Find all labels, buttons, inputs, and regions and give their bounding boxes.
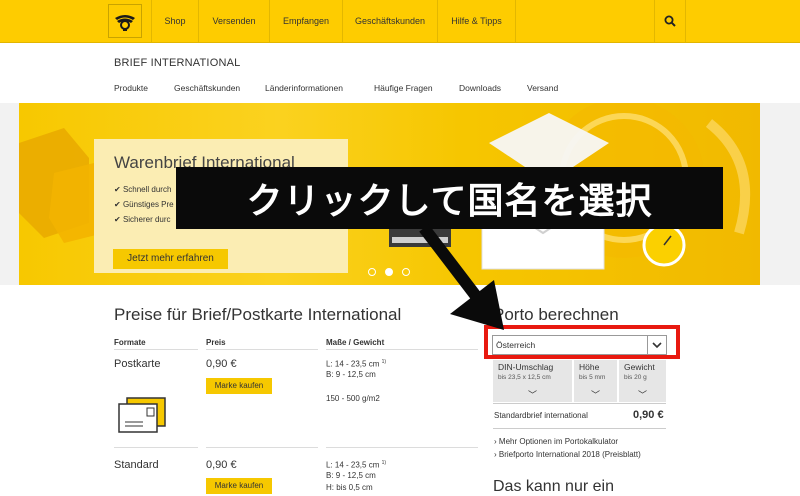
nav-versenden[interactable]: Versenden bbox=[198, 0, 269, 42]
nav-empfangen[interactable]: Empfangen bbox=[269, 0, 342, 42]
param-label: Gewicht bbox=[624, 362, 655, 372]
dimensions-width: B: 9 - 12,5 cm bbox=[326, 370, 376, 379]
param-gewicht[interactable]: Gewicht bis 20 g ﹀ bbox=[619, 360, 666, 402]
divider bbox=[206, 447, 318, 448]
nav-geschaeftskunden[interactable]: Geschäftskunden bbox=[342, 0, 437, 42]
hero-bullet: ✔ Günstiges Pre bbox=[114, 200, 174, 209]
instruction-banner: クリックして国名を選択 bbox=[176, 167, 723, 229]
format-standard: Standard bbox=[114, 459, 159, 471]
nav-shop[interactable]: Shop bbox=[151, 0, 198, 42]
link-text: Briefporto International 2018 (Preisblat… bbox=[498, 450, 641, 459]
arrow-annotation-icon bbox=[419, 224, 504, 330]
prices-title: Preise für Brief/Postkarte International bbox=[114, 305, 402, 324]
header-formate: Formate bbox=[114, 338, 146, 347]
deutsche-post-logo[interactable] bbox=[108, 4, 142, 38]
divider bbox=[493, 428, 666, 429]
result-label: Standardbrief international bbox=[494, 411, 588, 420]
section-title-cut: Das kann nur ein bbox=[493, 478, 614, 495]
param-sub: bis 20 g bbox=[624, 374, 647, 381]
header-preis: Preis bbox=[206, 338, 226, 347]
chevron-right-icon: › bbox=[494, 450, 497, 459]
hero-bullet: ✔ Schnell durch bbox=[114, 185, 172, 194]
chevron-down-icon: ﹀ bbox=[590, 390, 600, 400]
sub-header: BRIEF INTERNATIONAL Produkte Geschäftsku… bbox=[0, 43, 800, 104]
divider bbox=[114, 447, 198, 448]
top-navigation-bar: Shop Versenden Empfangen Geschäftskunden… bbox=[0, 0, 800, 43]
buy-stamp-button-postkarte[interactable]: Marke kaufen bbox=[206, 378, 272, 394]
subnav-produkte[interactable]: Produkte bbox=[114, 83, 148, 93]
length-text: L: 14 - 23,5 cm bbox=[326, 460, 380, 470]
nav-hilfe-tipps[interactable]: Hilfe & Tipps bbox=[437, 0, 516, 42]
hero-bullet-text: Sicherer durc bbox=[122, 215, 171, 224]
subnav-geschaeftskunden[interactable]: Geschäftskunden bbox=[174, 83, 240, 93]
header-masse-gewicht: Maße / Gewicht bbox=[326, 338, 385, 347]
param-hoehe[interactable]: Höhe bis 5 mm ﹀ bbox=[574, 360, 617, 402]
instruction-text: クリックして国名を選択 bbox=[246, 181, 653, 222]
param-din-umschlag[interactable]: DIN-Umschlag bis 23,5 x 12,5 cm ﹀ bbox=[493, 360, 572, 402]
divider bbox=[114, 349, 198, 350]
carousel-dot-active[interactable] bbox=[385, 268, 393, 276]
hero-bullet-text: Günstiges Pre bbox=[122, 200, 174, 209]
format-postkarte: Postkarte bbox=[114, 358, 161, 370]
price-standard: 0,90 € bbox=[206, 459, 237, 471]
postcard-icon bbox=[117, 396, 167, 439]
subnav-haeufige-fragen[interactable]: Häufige Fragen bbox=[374, 83, 433, 93]
subnav-laenderinformationen[interactable]: Länderinformationen bbox=[265, 83, 343, 93]
chevron-down-icon: ﹀ bbox=[527, 390, 537, 400]
buy-stamp-button-standard[interactable]: Marke kaufen bbox=[206, 478, 272, 494]
chevron-right-icon: › bbox=[494, 437, 497, 446]
length-text: L: 14 - 23,5 cm bbox=[326, 359, 380, 369]
link-text: Mehr Optionen im Portokalkulator bbox=[498, 437, 619, 446]
param-label: DIN-Umschlag bbox=[498, 362, 554, 372]
result-price: 0,90 € bbox=[633, 409, 664, 421]
paper-weight: 150 - 500 g/m2 bbox=[326, 394, 380, 403]
footnote-marker: 1) bbox=[381, 359, 387, 365]
posthorn-icon bbox=[115, 15, 135, 31]
hero-bullet-text: Schnell durch bbox=[122, 185, 172, 194]
section-title: BRIEF INTERNATIONAL bbox=[114, 57, 241, 69]
link-preisblatt[interactable]: › Briefporto International 2018 (Preisbl… bbox=[494, 450, 641, 459]
chevron-down-icon: ﹀ bbox=[637, 390, 647, 400]
subnav-downloads[interactable]: Downloads bbox=[459, 83, 501, 93]
param-sub: bis 5 mm bbox=[579, 374, 606, 381]
carousel-dot[interactable] bbox=[368, 268, 376, 276]
divider bbox=[326, 349, 478, 350]
divider bbox=[493, 403, 666, 404]
param-label: Höhe bbox=[579, 362, 600, 372]
search-button[interactable] bbox=[654, 0, 686, 42]
divider bbox=[326, 447, 478, 448]
hero-bullet: ✔ Sicherer durc bbox=[114, 215, 171, 224]
dimensions-width: B: 9 - 12,5 cm bbox=[326, 471, 376, 480]
divider bbox=[206, 349, 318, 350]
price-postkarte: 0,90 € bbox=[206, 358, 237, 370]
search-icon bbox=[664, 15, 676, 27]
footnote-marker: 1) bbox=[381, 460, 387, 466]
learn-more-button[interactable]: Jetzt mehr erfahren bbox=[113, 249, 228, 269]
dimensions-height: H: bis 0,5 cm bbox=[326, 483, 373, 492]
subnav-versand[interactable]: Versand bbox=[527, 83, 558, 93]
link-portokalkulator[interactable]: › Mehr Optionen im Portokalkulator bbox=[494, 437, 618, 446]
param-sub: bis 23,5 x 12,5 cm bbox=[498, 374, 551, 381]
